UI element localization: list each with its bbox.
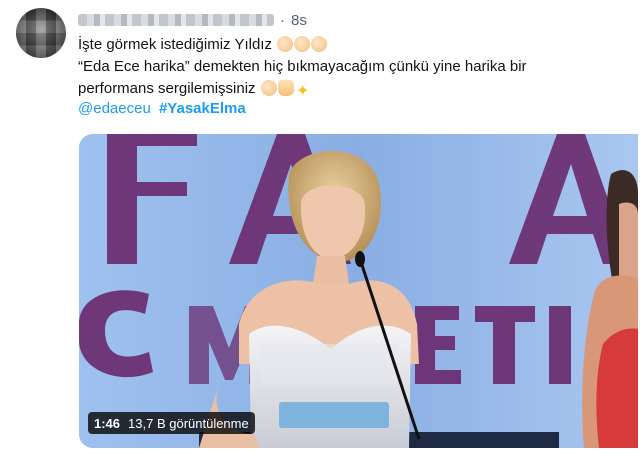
timestamp[interactable]: 8s [291, 12, 307, 29]
video-info-badge: 1:46 13,7 B görüntülenme [88, 412, 255, 434]
separator-dot: · [280, 11, 285, 29]
clap-emoji-icon [277, 36, 294, 52]
avatar[interactable] [16, 8, 66, 58]
avatar-blur [16, 8, 66, 58]
tweet-line-1-text: İşte görmek istediğimiz Yıldız [78, 36, 272, 53]
author-name-blurred[interactable] [78, 14, 274, 26]
mention-link[interactable]: @edaeceu [78, 100, 151, 117]
video-frame [79, 134, 638, 448]
tweet-line-2: “Eda Ece harika” demekten hiç bıkmayacağ… [78, 57, 623, 79]
clap-emoji-icon [260, 80, 277, 96]
tweet-links: @edaeceu #YasakElma [78, 100, 246, 117]
tweet-line-2-text: “Eda Ece harika” demekten hiç bıkmayacağ… [78, 58, 527, 75]
clap-emoji-icon [311, 36, 328, 52]
tweet-line-1: İşte görmek istediğimiz Yıldız [78, 35, 623, 57]
sparkles-emoji-icon: ✦ [296, 83, 310, 100]
tweet-line-3-text: performans sergilemişsiniz [78, 80, 256, 97]
tweet-text: İşte görmek istediğimiz Yıldız “Eda Ece … [78, 35, 623, 101]
hashtag-link[interactable]: #YasakElma [159, 100, 246, 117]
tweet-line-3: performans sergilemişsiniz ✦ [78, 79, 623, 101]
video-views: 13,7 B görüntülenme [128, 415, 249, 431]
pray-emoji-icon [277, 80, 294, 96]
video-player[interactable] [79, 134, 638, 448]
tweet-header: · 8s [78, 10, 307, 30]
clap-emoji-icon [294, 36, 311, 52]
video-duration: 1:46 [94, 415, 121, 431]
